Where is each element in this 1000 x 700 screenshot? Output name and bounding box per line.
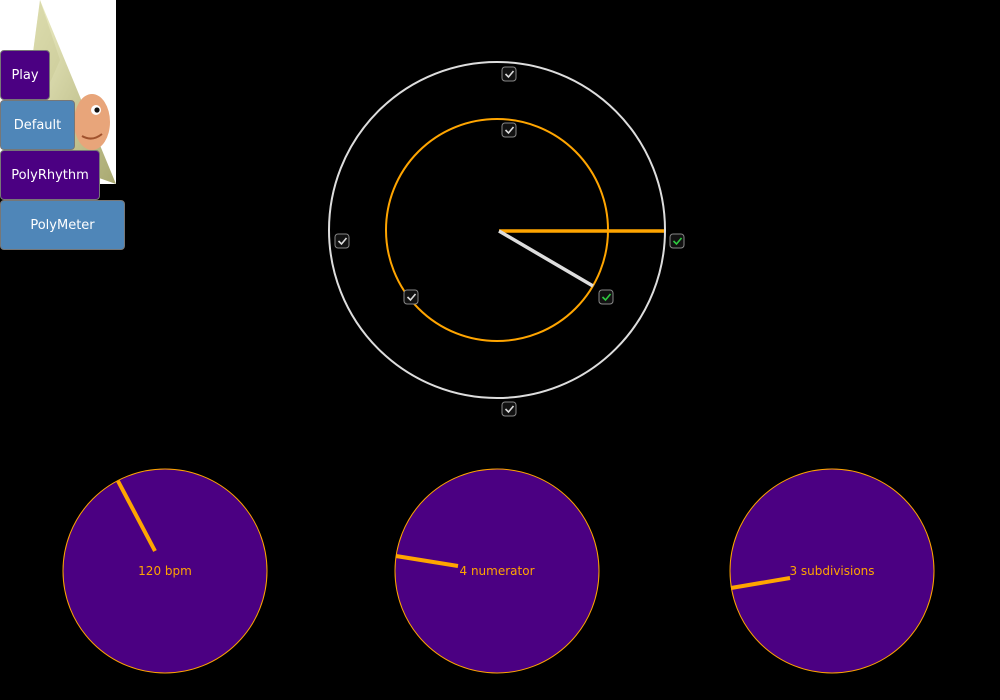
bpm-dial [62, 468, 268, 674]
inner-beat-1-checkbox[interactable] [501, 122, 517, 138]
subdivisions-dial [729, 468, 935, 674]
rhythm-clock [328, 61, 685, 417]
subdivisions-knob[interactable]: 3 subdivisions [729, 468, 935, 674]
outer-beat-1-checkbox[interactable] [501, 66, 517, 82]
inner-beat-2-checkbox[interactable] [598, 289, 614, 305]
numerator-dial [394, 468, 600, 674]
outer-beat-2-checkbox[interactable] [669, 233, 685, 249]
outer-beat-3-checkbox[interactable] [501, 401, 517, 417]
outer-hand [498, 229, 594, 288]
numerator-knob[interactable]: 4 numerator [394, 468, 600, 674]
bpm-knob[interactable]: 120 bpm [62, 468, 268, 674]
outer-beat-4-checkbox[interactable] [334, 233, 350, 249]
inner-beat-3-checkbox[interactable] [403, 289, 419, 305]
